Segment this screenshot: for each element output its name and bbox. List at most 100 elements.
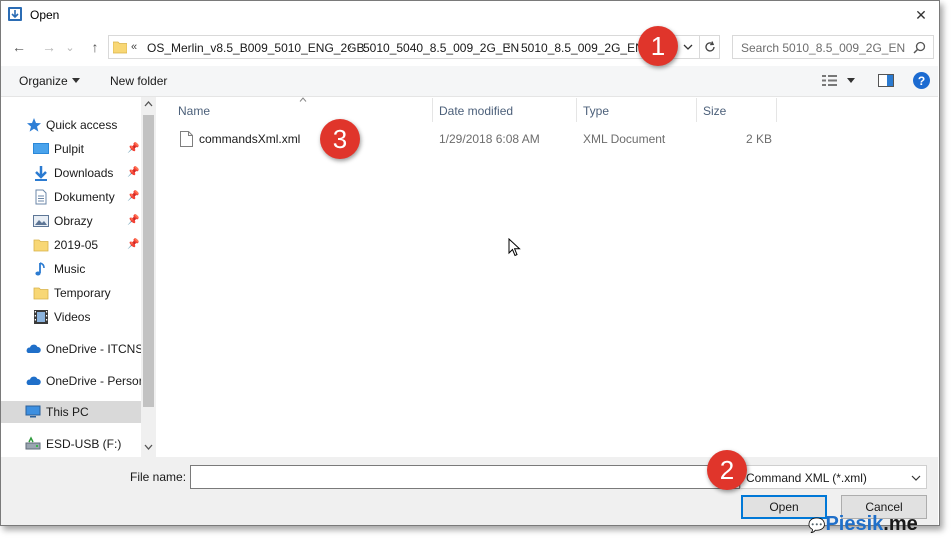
watermark-logo: 💬Piesik.me xyxy=(808,513,918,536)
sidebar-item-label: Obrazy xyxy=(54,214,93,228)
video-icon xyxy=(34,310,48,324)
sidebar-item-onedrive-itcns[interactable]: OneDrive - ITCNS. xyxy=(1,338,141,360)
file-name-input[interactable] xyxy=(190,465,740,489)
annotation-badge-3: 3 xyxy=(320,119,360,159)
file-type-filter[interactable]: Command XML (*.xml) xyxy=(740,465,927,489)
download-icon xyxy=(35,166,47,181)
address-overflow-icon[interactable]: « xyxy=(131,41,137,53)
sidebar-item-esd-usb[interactable]: ESD-USB (F:) xyxy=(1,433,141,455)
annotation-badge-1: 1 xyxy=(638,26,678,66)
column-header-type[interactable]: Type xyxy=(583,104,609,118)
sidebar-item-2019-05[interactable]: 2019-05 📌 xyxy=(1,234,141,256)
open-button-label: Open xyxy=(769,500,799,514)
sidebar-item-label: 2019-05 xyxy=(54,238,99,252)
sort-ascending-icon xyxy=(299,97,307,102)
title-bar xyxy=(1,1,938,31)
annotation-badge-2: 2 xyxy=(707,450,747,490)
navigation-scrollbar[interactable] xyxy=(141,97,156,457)
column-divider[interactable] xyxy=(696,98,697,122)
chevron-down-icon[interactable] xyxy=(72,78,80,84)
chevron-down-icon[interactable] xyxy=(911,475,921,481)
breadcrumb-separator-icon[interactable]: › xyxy=(348,41,352,53)
refresh-icon[interactable] xyxy=(703,40,717,54)
scroll-up-icon[interactable] xyxy=(144,101,153,107)
organize-button[interactable]: Organize xyxy=(19,74,68,88)
help-glyph: ? xyxy=(917,73,926,88)
sidebar-item-label: Dokumenty xyxy=(54,190,115,204)
computer-icon xyxy=(25,405,41,418)
speech-bubble-icon: 💬 xyxy=(808,517,826,533)
annotation-number: 3 xyxy=(332,123,348,154)
search-box[interactable]: Search 5010_8.5_009_2G_EN xyxy=(732,35,934,59)
up-arrow-icon: ↑ xyxy=(91,39,99,55)
desktop-icon xyxy=(33,143,49,154)
cloud-icon xyxy=(26,344,41,353)
search-placeholder: Search 5010_8.5_009_2G_EN xyxy=(741,41,906,55)
chevron-down-icon: ⌄ xyxy=(65,41,75,54)
pin-icon: 📌 xyxy=(127,239,140,250)
breadcrumb-item[interactable]: 5010_5040_8.5_009_2G_EN xyxy=(363,41,519,55)
pin-icon: 📌 xyxy=(127,167,140,178)
sidebar-item-obrazy[interactable]: Obrazy 📌 xyxy=(1,210,141,232)
preview-pane-icon[interactable] xyxy=(878,74,894,87)
star-icon xyxy=(27,118,41,132)
close-button[interactable]: ✕ xyxy=(904,0,938,30)
sidebar-item-onedrive-personal[interactable]: OneDrive - Persor xyxy=(1,370,141,392)
column-header-size[interactable]: Size xyxy=(703,104,726,118)
sidebar-item-dokumenty[interactable]: Dokumenty 📌 xyxy=(1,186,141,208)
navigation-pane: Quick access Pulpit 📌 Downloads 📌 Dokume… xyxy=(1,97,155,457)
window-title: Open xyxy=(30,8,60,22)
annotation-number: 2 xyxy=(719,454,735,485)
sidebar-item-this-pc[interactable]: This PC xyxy=(1,401,141,423)
chevron-down-icon[interactable] xyxy=(847,78,855,84)
close-icon: ✕ xyxy=(915,6,927,23)
file-name[interactable]: commandsXml.xml xyxy=(199,132,300,146)
sidebar-item-downloads[interactable]: Downloads 📌 xyxy=(1,162,141,184)
sidebar-item-videos[interactable]: Videos xyxy=(1,306,141,328)
column-header-date-modified[interactable]: Date modified xyxy=(439,104,513,118)
recent-locations-button[interactable]: ⌄ xyxy=(62,36,78,58)
view-options-icon[interactable] xyxy=(822,74,838,87)
sidebar-item-label: This PC xyxy=(46,405,89,419)
pin-icon: 📌 xyxy=(127,215,140,226)
document-icon xyxy=(35,189,47,205)
breadcrumb-item[interactable]: OS_Merlin_v8.5_B009_5010_ENG_2GB xyxy=(147,41,364,55)
address-bar[interactable]: « OS_Merlin_v8.5_B009_5010_ENG_2GB › 501… xyxy=(108,35,720,59)
watermark-initial: P xyxy=(825,513,839,535)
divider xyxy=(699,36,700,58)
new-folder-button[interactable]: New folder xyxy=(110,74,167,88)
sidebar-item-quick-access[interactable]: Quick access xyxy=(1,114,141,136)
column-divider[interactable] xyxy=(776,98,777,122)
scroll-down-icon[interactable] xyxy=(144,444,153,450)
file-type-filter-value: Command XML (*.xml) xyxy=(746,471,867,485)
sidebar-item-label: ESD-USB (F:) xyxy=(46,437,122,451)
sidebar-item-music[interactable]: Music xyxy=(1,258,141,280)
breadcrumb-separator-icon[interactable]: › xyxy=(507,41,511,53)
forward-button[interactable]: → xyxy=(38,36,60,58)
breadcrumb-item[interactable]: 5010_8.5_009_2G_EN xyxy=(521,41,644,55)
sidebar-item-pulpit[interactable]: Pulpit 📌 xyxy=(1,138,141,160)
column-divider[interactable] xyxy=(576,98,577,122)
help-icon[interactable]: ? xyxy=(913,72,930,89)
back-button[interactable]: ← xyxy=(8,36,30,58)
sidebar-item-label: OneDrive - ITCNS. xyxy=(46,342,141,356)
sidebar-item-label: Downloads xyxy=(54,166,114,180)
scroll-thumb[interactable] xyxy=(143,115,154,407)
pin-icon: 📌 xyxy=(127,191,140,202)
back-arrow-icon: ← xyxy=(12,39,26,55)
file-list xyxy=(158,97,938,457)
search-icon[interactable] xyxy=(913,41,926,54)
usb-drive-icon xyxy=(25,436,41,450)
cancel-button-label: Cancel xyxy=(865,500,903,514)
sidebar-item-label: Videos xyxy=(54,310,91,324)
sidebar-item-temporary[interactable]: Temporary xyxy=(1,282,141,304)
forward-arrow-icon: → xyxy=(42,39,56,55)
sidebar-item-label: OneDrive - Persor xyxy=(46,374,141,388)
up-button[interactable]: ↑ xyxy=(84,36,106,58)
pictures-icon xyxy=(33,215,49,227)
column-divider[interactable] xyxy=(432,98,433,122)
address-dropdown-icon[interactable] xyxy=(683,43,693,51)
folder-icon xyxy=(33,239,49,252)
file-size: 2 KB xyxy=(746,132,773,146)
column-header-name[interactable]: Name xyxy=(178,104,210,118)
